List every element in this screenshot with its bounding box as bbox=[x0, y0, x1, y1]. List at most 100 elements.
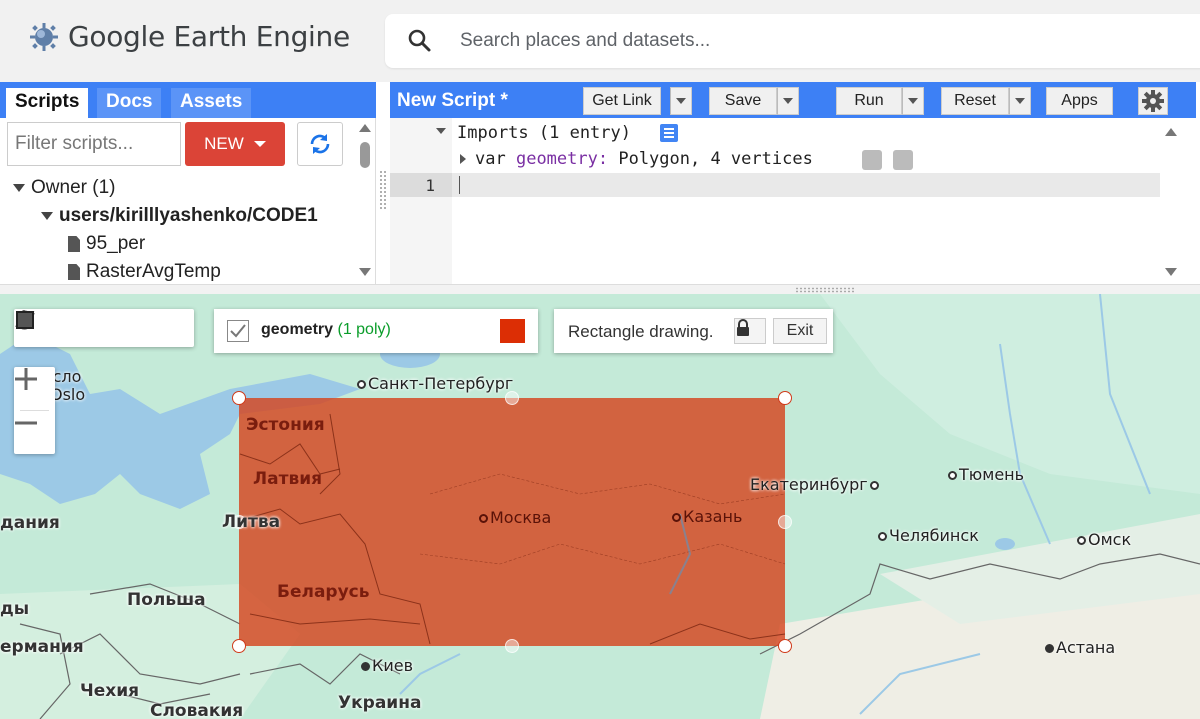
get-link-dropdown[interactable] bbox=[670, 87, 692, 115]
map-label-tyumen: Тюмень bbox=[948, 465, 1024, 484]
geometry-color-swatch[interactable] bbox=[500, 319, 525, 343]
save-dropdown[interactable] bbox=[777, 87, 799, 115]
line-gutter bbox=[390, 118, 452, 284]
splitter-grip[interactable] bbox=[795, 287, 855, 293]
city-marker-icon bbox=[479, 514, 488, 523]
city-marker-icon bbox=[357, 380, 366, 389]
map-label-yekaterinburg: Екатеринбург bbox=[750, 475, 881, 494]
add-marker-button[interactable] bbox=[18, 309, 82, 347]
drawing-status-panel: Rectangle drawing. Exit bbox=[554, 309, 833, 353]
map-label-kyiv: Киев bbox=[361, 656, 413, 675]
show-on-map-icon[interactable] bbox=[893, 150, 913, 170]
map-label-denmark: дания bbox=[0, 513, 60, 533]
midpoint-handle[interactable] bbox=[505, 639, 519, 653]
new-script-button[interactable]: NEW bbox=[185, 122, 285, 166]
city-name: Астана bbox=[1056, 638, 1116, 657]
apps-button[interactable]: Apps bbox=[1046, 87, 1113, 115]
city-name: Казань bbox=[683, 507, 743, 526]
city-name: Екатеринбург bbox=[750, 475, 868, 494]
panel-resize-handle[interactable] bbox=[379, 170, 387, 210]
reset-button[interactable]: Reset bbox=[941, 87, 1009, 115]
map-label-omsk: Омск bbox=[1077, 530, 1131, 549]
import-settings-icon[interactable] bbox=[862, 150, 882, 170]
city-name: Киев bbox=[372, 656, 414, 675]
search-box[interactable] bbox=[385, 14, 1200, 68]
geometry-imports-panel: geometry (1 poly) bbox=[214, 309, 538, 353]
filter-scripts-input[interactable] bbox=[7, 122, 181, 166]
active-line-highlight bbox=[390, 173, 1160, 197]
save-button[interactable]: Save bbox=[709, 87, 777, 115]
map-label-slovakia: Словакия bbox=[150, 701, 244, 719]
map-label-belarus: Беларусь bbox=[277, 582, 370, 602]
midpoint-handle[interactable] bbox=[778, 515, 792, 529]
draw-polygon-button[interactable] bbox=[16, 309, 150, 347]
vertex-handle[interactable] bbox=[778, 639, 792, 653]
draw-rectangle-button[interactable] bbox=[16, 309, 184, 347]
midpoint-handle[interactable] bbox=[505, 391, 519, 405]
scripts-panel: Scripts Docs Assets NEW Owner (1) users/… bbox=[0, 82, 376, 284]
app-title: Google Earth Engine bbox=[68, 20, 350, 53]
map-label-poland: Польша bbox=[127, 590, 206, 610]
minus-icon bbox=[15, 421, 37, 425]
draw-line-button[interactable] bbox=[15, 309, 116, 347]
zoom-controls bbox=[14, 367, 55, 454]
map-resize-splitter[interactable] bbox=[0, 284, 1200, 294]
geometry-layer-checkbox[interactable] bbox=[227, 320, 249, 342]
get-link-button[interactable]: Get Link bbox=[583, 87, 661, 115]
script-title[interactable]: New Script * bbox=[397, 90, 508, 112]
run-dropdown[interactable] bbox=[902, 87, 924, 115]
tree-file[interactable]: 95_per bbox=[68, 233, 145, 255]
city-marker-icon bbox=[672, 513, 681, 522]
city-name: Москва bbox=[490, 508, 552, 527]
tab-docs[interactable]: Docs bbox=[97, 88, 162, 118]
city-marker-icon bbox=[878, 532, 887, 541]
tree-repo-folder[interactable]: users/kirilllyashenko/CODE1 bbox=[41, 205, 318, 227]
lock-icon bbox=[737, 319, 749, 336]
search-input[interactable] bbox=[460, 27, 1160, 55]
tab-scripts[interactable]: Scripts bbox=[6, 88, 89, 118]
plus-icon bbox=[15, 368, 37, 390]
expand-triangle-icon[interactable] bbox=[460, 154, 466, 164]
zoom-in-button[interactable] bbox=[14, 367, 55, 410]
geometry-import-line[interactable]: var geometry: Polygon, 4 vertices bbox=[475, 149, 813, 169]
reset-dropdown[interactable] bbox=[1009, 87, 1031, 115]
map-label-latvia: Латвия bbox=[253, 469, 323, 489]
map-label-lithuania: Литва bbox=[222, 512, 281, 532]
scripts-scrollbar[interactable] bbox=[356, 122, 374, 282]
file-icon bbox=[68, 264, 80, 280]
run-button[interactable]: Run bbox=[836, 87, 902, 115]
map-label-ukraine: Украина bbox=[338, 693, 422, 713]
collapse-triangle-icon[interactable] bbox=[436, 128, 446, 134]
zoom-out-button[interactable] bbox=[14, 411, 55, 454]
vertex-handle[interactable] bbox=[232, 639, 246, 653]
app-logo[interactable]: Google Earth Engine bbox=[30, 20, 350, 53]
caret-down-icon bbox=[253, 141, 266, 147]
map-label-moscow: Москва bbox=[479, 508, 551, 527]
var-value: Polygon, 4 vertices bbox=[618, 149, 813, 169]
editor-scrollbar[interactable] bbox=[1160, 118, 1182, 284]
city-marker-icon bbox=[1077, 536, 1086, 545]
lock-drawing-button[interactable] bbox=[734, 318, 766, 344]
caret-down-icon bbox=[908, 98, 918, 104]
expand-triangle-icon bbox=[13, 184, 25, 192]
exit-drawing-button[interactable]: Exit bbox=[773, 318, 827, 344]
gear-icon bbox=[1142, 90, 1164, 112]
imports-doc-icon[interactable] bbox=[660, 124, 678, 142]
tree-owner-label: Owner (1) bbox=[31, 177, 116, 198]
header-bar: Google Earth Engine bbox=[0, 0, 1200, 82]
geometry-layer-label[interactable]: geometry (1 poly) bbox=[261, 321, 391, 339]
imports-line[interactable]: Imports (1 entry) bbox=[457, 123, 631, 143]
vertex-handle[interactable] bbox=[778, 391, 792, 405]
tree-file[interactable]: RasterAvgTemp bbox=[68, 261, 221, 283]
tab-assets[interactable]: Assets bbox=[171, 88, 252, 118]
earth-engine-logo-icon bbox=[30, 22, 58, 51]
search-icon[interactable] bbox=[407, 28, 433, 54]
new-button-label: NEW bbox=[204, 134, 244, 153]
city-name: Санкт-Петербург bbox=[368, 374, 514, 393]
tree-owner-folder[interactable]: Owner (1) bbox=[13, 177, 115, 199]
map-view[interactable]: Эстония Латвия Литва Беларусь Польша Укр… bbox=[0, 294, 1200, 719]
settings-button[interactable] bbox=[1138, 87, 1168, 115]
vertex-handle[interactable] bbox=[232, 391, 246, 405]
line-number: 1 bbox=[425, 176, 435, 195]
refresh-button[interactable] bbox=[297, 122, 343, 166]
